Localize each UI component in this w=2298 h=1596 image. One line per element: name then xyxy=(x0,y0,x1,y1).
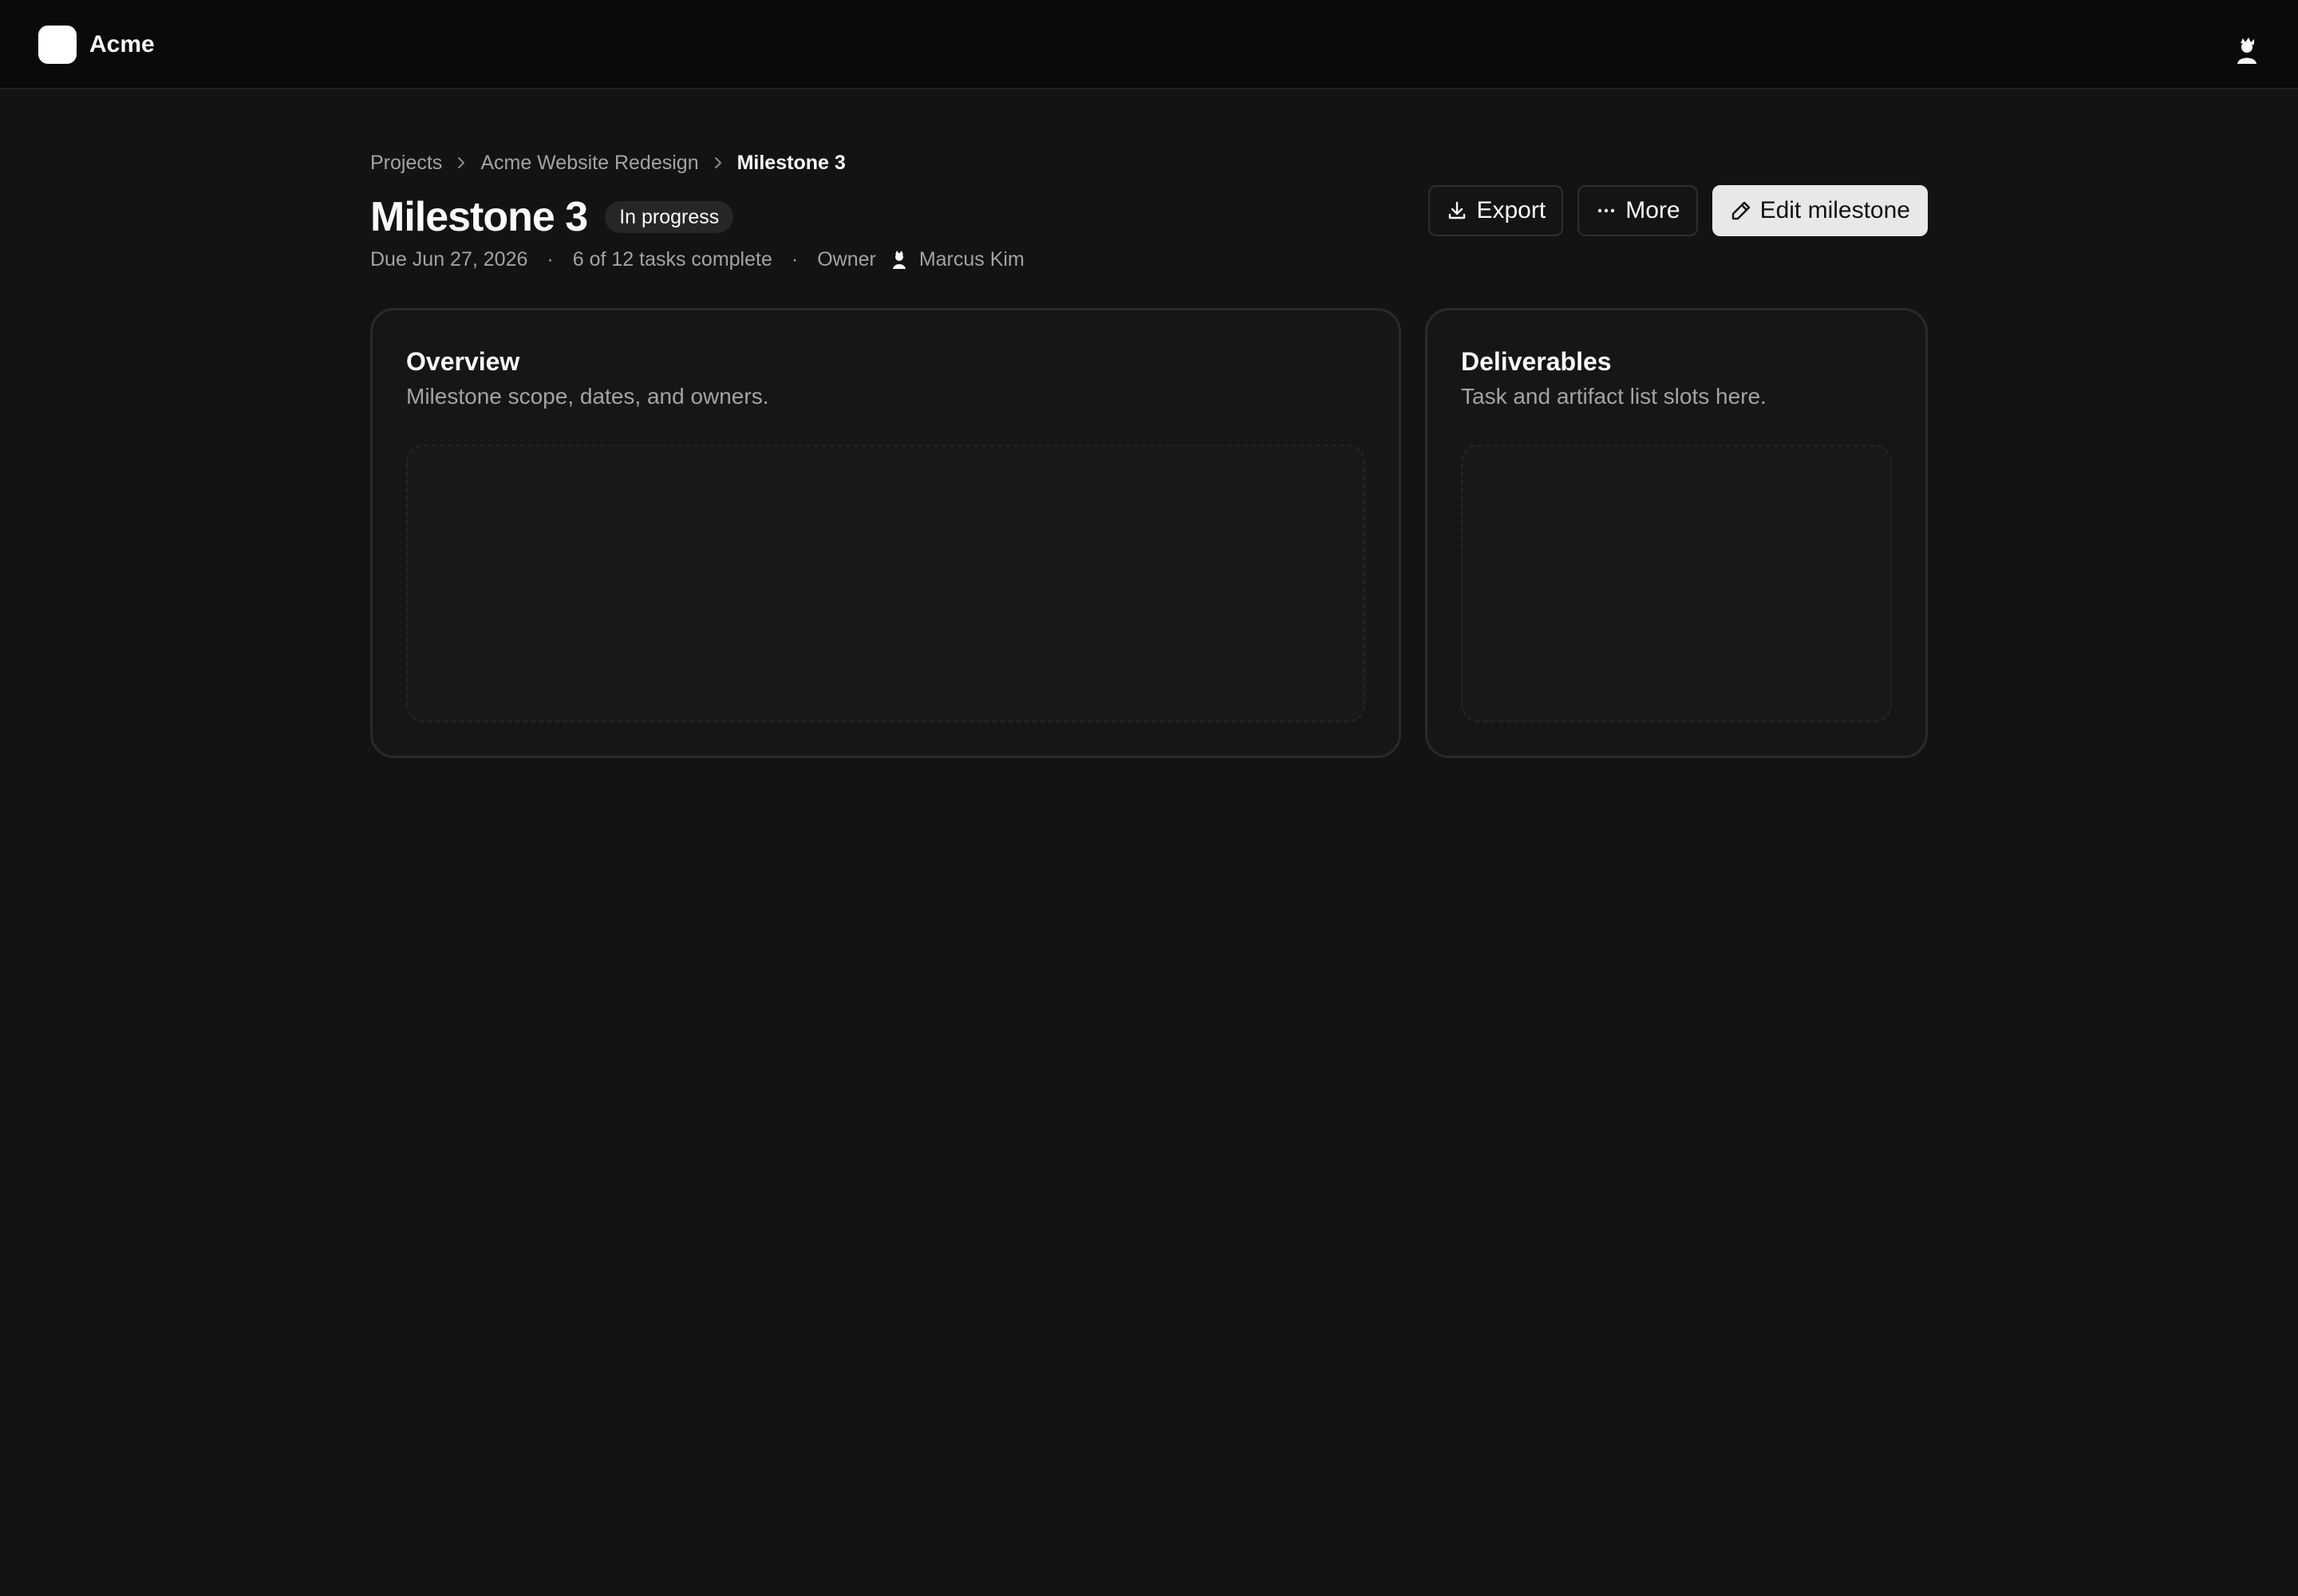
ellipsis-icon xyxy=(1598,208,1615,213)
breadcrumb-project[interactable]: Acme Website Redesign xyxy=(480,152,698,175)
more-button[interactable]: More xyxy=(1577,185,1698,236)
download-icon xyxy=(1449,201,1466,219)
task-progress: 6 of 12 tasks complete xyxy=(572,247,772,271)
overview-title: Overview xyxy=(406,347,520,376)
export-button-label: Export xyxy=(1476,197,1546,223)
title-row: Milestone 3 In progress xyxy=(370,185,734,249)
overview-card: Overview Milestone scope, dates, and own… xyxy=(370,308,1401,758)
app-logo[interactable] xyxy=(38,26,77,64)
user-avatar-icon[interactable] xyxy=(2233,37,2261,65)
meta-separator: · xyxy=(791,247,799,271)
chevron-right-icon xyxy=(458,157,465,168)
deliverables-card: Deliverables Task and artifact list slot… xyxy=(1425,308,1928,758)
edit-milestone-button[interactable]: Edit milestone xyxy=(1712,185,1928,236)
page-title: Milestone 3 xyxy=(370,194,588,240)
top-bar: Acme xyxy=(0,0,2298,89)
export-button[interactable]: Export xyxy=(1428,185,1564,236)
page-actions: Export More Edit milestone xyxy=(1428,185,1928,236)
status-badge: In progress xyxy=(605,201,734,233)
meta-row: Due Jun 27, 2026 · 6 of 12 tasks complet… xyxy=(370,241,1025,278)
deliverables-title: Deliverables xyxy=(1461,347,1612,376)
overview-subtitle: Milestone scope, dates, and owners. xyxy=(406,384,769,409)
breadcrumb-current: Milestone 3 xyxy=(736,151,846,174)
breadcrumb-projects[interactable]: Projects xyxy=(370,152,442,175)
owner-avatar-icon xyxy=(892,251,906,269)
owner-name[interactable]: Marcus Kim xyxy=(919,248,1025,271)
deliverables-subtitle: Task and artifact list slots here. xyxy=(1461,384,1767,409)
breadcrumb: Projects Acme Website Redesign Milestone… xyxy=(370,142,846,184)
app-name[interactable]: Acme xyxy=(89,29,155,61)
deliverables-content-slot xyxy=(1461,444,1892,722)
edit-milestone-label: Edit milestone xyxy=(1759,197,1910,223)
pencil-icon xyxy=(1731,201,1750,220)
chevron-right-icon xyxy=(714,157,721,168)
overview-content-slot xyxy=(406,444,1365,722)
due-date: Due Jun 27, 2026 xyxy=(370,247,528,271)
meta-separator: · xyxy=(547,247,554,271)
owner-label: Owner xyxy=(817,247,876,271)
more-button-label: More xyxy=(1625,197,1680,223)
